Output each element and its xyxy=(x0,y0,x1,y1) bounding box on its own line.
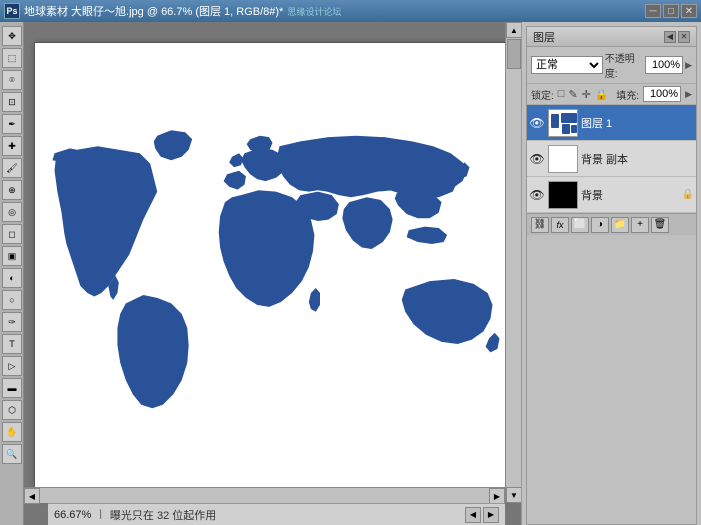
lock-all-button[interactable]: 🔒 xyxy=(595,88,609,101)
nav-arrows[interactable]: ◀ ▶ xyxy=(465,507,499,523)
divider: | xyxy=(99,509,102,520)
lock-label: 锁定: xyxy=(531,87,554,102)
tool-zoom[interactable]: 🔍 xyxy=(2,444,22,464)
zoom-level: 66.67% xyxy=(54,509,91,521)
layer-thumbnail xyxy=(548,145,578,173)
vertical-scrollbar[interactable]: ▲ ▼ xyxy=(505,22,521,503)
minimize-button[interactable]: ─ xyxy=(645,4,661,18)
layer-lock-icon: 🔒 xyxy=(682,189,694,200)
horizontal-scrollbar[interactable]: ◀ ▶ xyxy=(24,487,505,503)
layer-new-button[interactable]: + xyxy=(631,217,649,233)
opacity-label: 不透明度: xyxy=(605,50,643,80)
left-toolbar: ✥ ⬚ ⌾ ⊡ ✒ ✚ 🖌 ⊕ ◎ ◻ ▣ ◐ ○ ✑ T ▷ ▬ ⬡ ✋ 🔍 xyxy=(0,22,24,525)
panel-controls[interactable]: ◀ ✕ xyxy=(664,31,690,43)
status-bar: 66.67% | 曝光只在 32 位起作用 ◀ ▶ xyxy=(48,503,505,525)
scroll-thumb[interactable] xyxy=(507,39,521,69)
tool-text[interactable]: T xyxy=(2,334,22,354)
nav-right-button[interactable]: ▶ xyxy=(483,507,499,523)
tool-eraser[interactable]: ◻ xyxy=(2,224,22,244)
title-controls[interactable]: ─ □ ✕ xyxy=(645,4,697,18)
opacity-arrow[interactable]: ▶ xyxy=(685,60,692,71)
scroll-up-button[interactable]: ▲ xyxy=(506,22,521,38)
nav-left-button[interactable]: ◀ xyxy=(465,507,481,523)
layer-item[interactable]: 👁 背景 🔒 xyxy=(527,177,696,213)
panel-collapse-button[interactable]: ◀ xyxy=(664,31,676,43)
layer-name: 背景 副本 xyxy=(581,151,694,167)
lock-pixels-button[interactable]: ✎ xyxy=(568,88,577,101)
layer-fx-button[interactable]: fx xyxy=(551,217,569,233)
scroll-track xyxy=(506,38,521,487)
layer-visibility-toggle[interactable]: 👁 xyxy=(529,187,545,203)
title-left: Ps 地球素材 大眼仔～旭.jpg @ 66.7% (图层 1, RGB/8#)… xyxy=(4,3,341,19)
tool-brush[interactable]: 🖌 xyxy=(2,158,22,178)
layers-panel-title: 图层 xyxy=(533,29,555,45)
tool-path[interactable]: ▷ xyxy=(2,356,22,376)
layers-panel-header: 图层 ◀ ✕ xyxy=(527,27,696,47)
layer-name: 背景 xyxy=(581,187,679,203)
canvas-area: ▲ ▼ ◀ ▶ 66.67% | 曝光只在 32 位起作用 ◀ ▶ xyxy=(24,22,521,525)
tool-heal[interactable]: ✚ xyxy=(2,136,22,156)
lock-row: 锁定: □ ✎ ✛ 🔒 填充: ▶ xyxy=(527,84,696,105)
ps-icon: Ps xyxy=(4,3,20,19)
tool-gradient[interactable]: ▣ xyxy=(2,246,22,266)
scroll-left-button[interactable]: ◀ xyxy=(24,488,40,504)
window-title: 地球素材 大眼仔～旭.jpg @ 66.7% (图层 1, RGB/8#)* xyxy=(24,3,283,19)
tool-crop[interactable]: ⊡ xyxy=(2,92,22,112)
tool-blur[interactable]: ◐ xyxy=(2,268,22,288)
fill-label: 填充: xyxy=(616,87,639,102)
tool-3d[interactable]: ⬡ xyxy=(2,400,22,420)
layer-name: 图层 1 xyxy=(581,115,694,131)
tool-dodge[interactable]: ○ xyxy=(2,290,22,310)
layer-link-button[interactable]: ⛓ xyxy=(531,217,549,233)
close-button[interactable]: ✕ xyxy=(681,4,697,18)
layer-thumbnail xyxy=(548,181,578,209)
tool-move[interactable]: ✥ xyxy=(2,26,22,46)
tool-eyedropper[interactable]: ✒ xyxy=(2,114,22,134)
layer-adjustment-button[interactable]: ◑ xyxy=(591,217,609,233)
opacity-input[interactable] xyxy=(645,56,683,74)
layer-mask-button[interactable]: ⬜ xyxy=(571,217,589,233)
layer-item[interactable]: 👁 背景 副本 xyxy=(527,141,696,177)
layer-item[interactable]: 👁 图层 1 xyxy=(527,105,696,141)
lock-position-button[interactable]: ✛ xyxy=(582,88,591,101)
tool-pen[interactable]: ✑ xyxy=(2,312,22,332)
scroll-down-button[interactable]: ▼ xyxy=(506,487,521,503)
layer-visibility-toggle[interactable]: 👁 xyxy=(529,115,545,131)
watermark: 思缘设计论坛 xyxy=(287,5,341,18)
tool-lasso[interactable]: ⌾ xyxy=(2,70,22,90)
panels-area: 图层 ◀ ✕ 正常 不透明度: ▶ 锁定: □ ✎ ✛ xyxy=(521,22,701,525)
layer-group-button[interactable]: 📁 xyxy=(611,217,629,233)
layer-list: 👁 图层 1 👁 xyxy=(527,105,696,213)
blend-mode-select[interactable]: 正常 xyxy=(531,56,603,74)
canvas-container xyxy=(34,42,511,495)
lock-transparent-button[interactable]: □ xyxy=(558,88,565,100)
tool-history[interactable]: ◎ xyxy=(2,202,22,222)
status-message: 曝光只在 32 位起作用 xyxy=(110,507,216,523)
maximize-button[interactable]: □ xyxy=(663,4,679,18)
panel-close-button[interactable]: ✕ xyxy=(678,31,690,43)
tool-shape[interactable]: ▬ xyxy=(2,378,22,398)
scroll-right-button[interactable]: ▶ xyxy=(489,488,505,504)
layer-toolbar: ⛓ fx ⬜ ◑ 📁 + 🗑 xyxy=(527,213,696,235)
layer-visibility-toggle[interactable]: 👁 xyxy=(529,151,545,167)
layers-panel: 图层 ◀ ✕ 正常 不透明度: ▶ 锁定: □ ✎ ✛ xyxy=(526,26,697,525)
tool-hand[interactable]: ✋ xyxy=(2,422,22,442)
tool-clone[interactable]: ⊕ xyxy=(2,180,22,200)
world-map-svg xyxy=(35,43,510,494)
blend-mode-row: 正常 不透明度: ▶ xyxy=(527,47,696,84)
layer-delete-button[interactable]: 🗑 xyxy=(651,217,669,233)
tool-select[interactable]: ⬚ xyxy=(2,48,22,68)
fill-arrow[interactable]: ▶ xyxy=(685,89,692,100)
fill-input[interactable] xyxy=(643,86,681,102)
main-layout: ✥ ⬚ ⌾ ⊡ ✒ ✚ 🖌 ⊕ ◎ ◻ ▣ ◐ ○ ✑ T ▷ ▬ ⬡ ✋ 🔍 xyxy=(0,22,701,525)
title-bar: Ps 地球素材 大眼仔～旭.jpg @ 66.7% (图层 1, RGB/8#)… xyxy=(0,0,701,22)
layer-thumbnail xyxy=(548,109,578,137)
h-scroll-track xyxy=(40,488,489,503)
